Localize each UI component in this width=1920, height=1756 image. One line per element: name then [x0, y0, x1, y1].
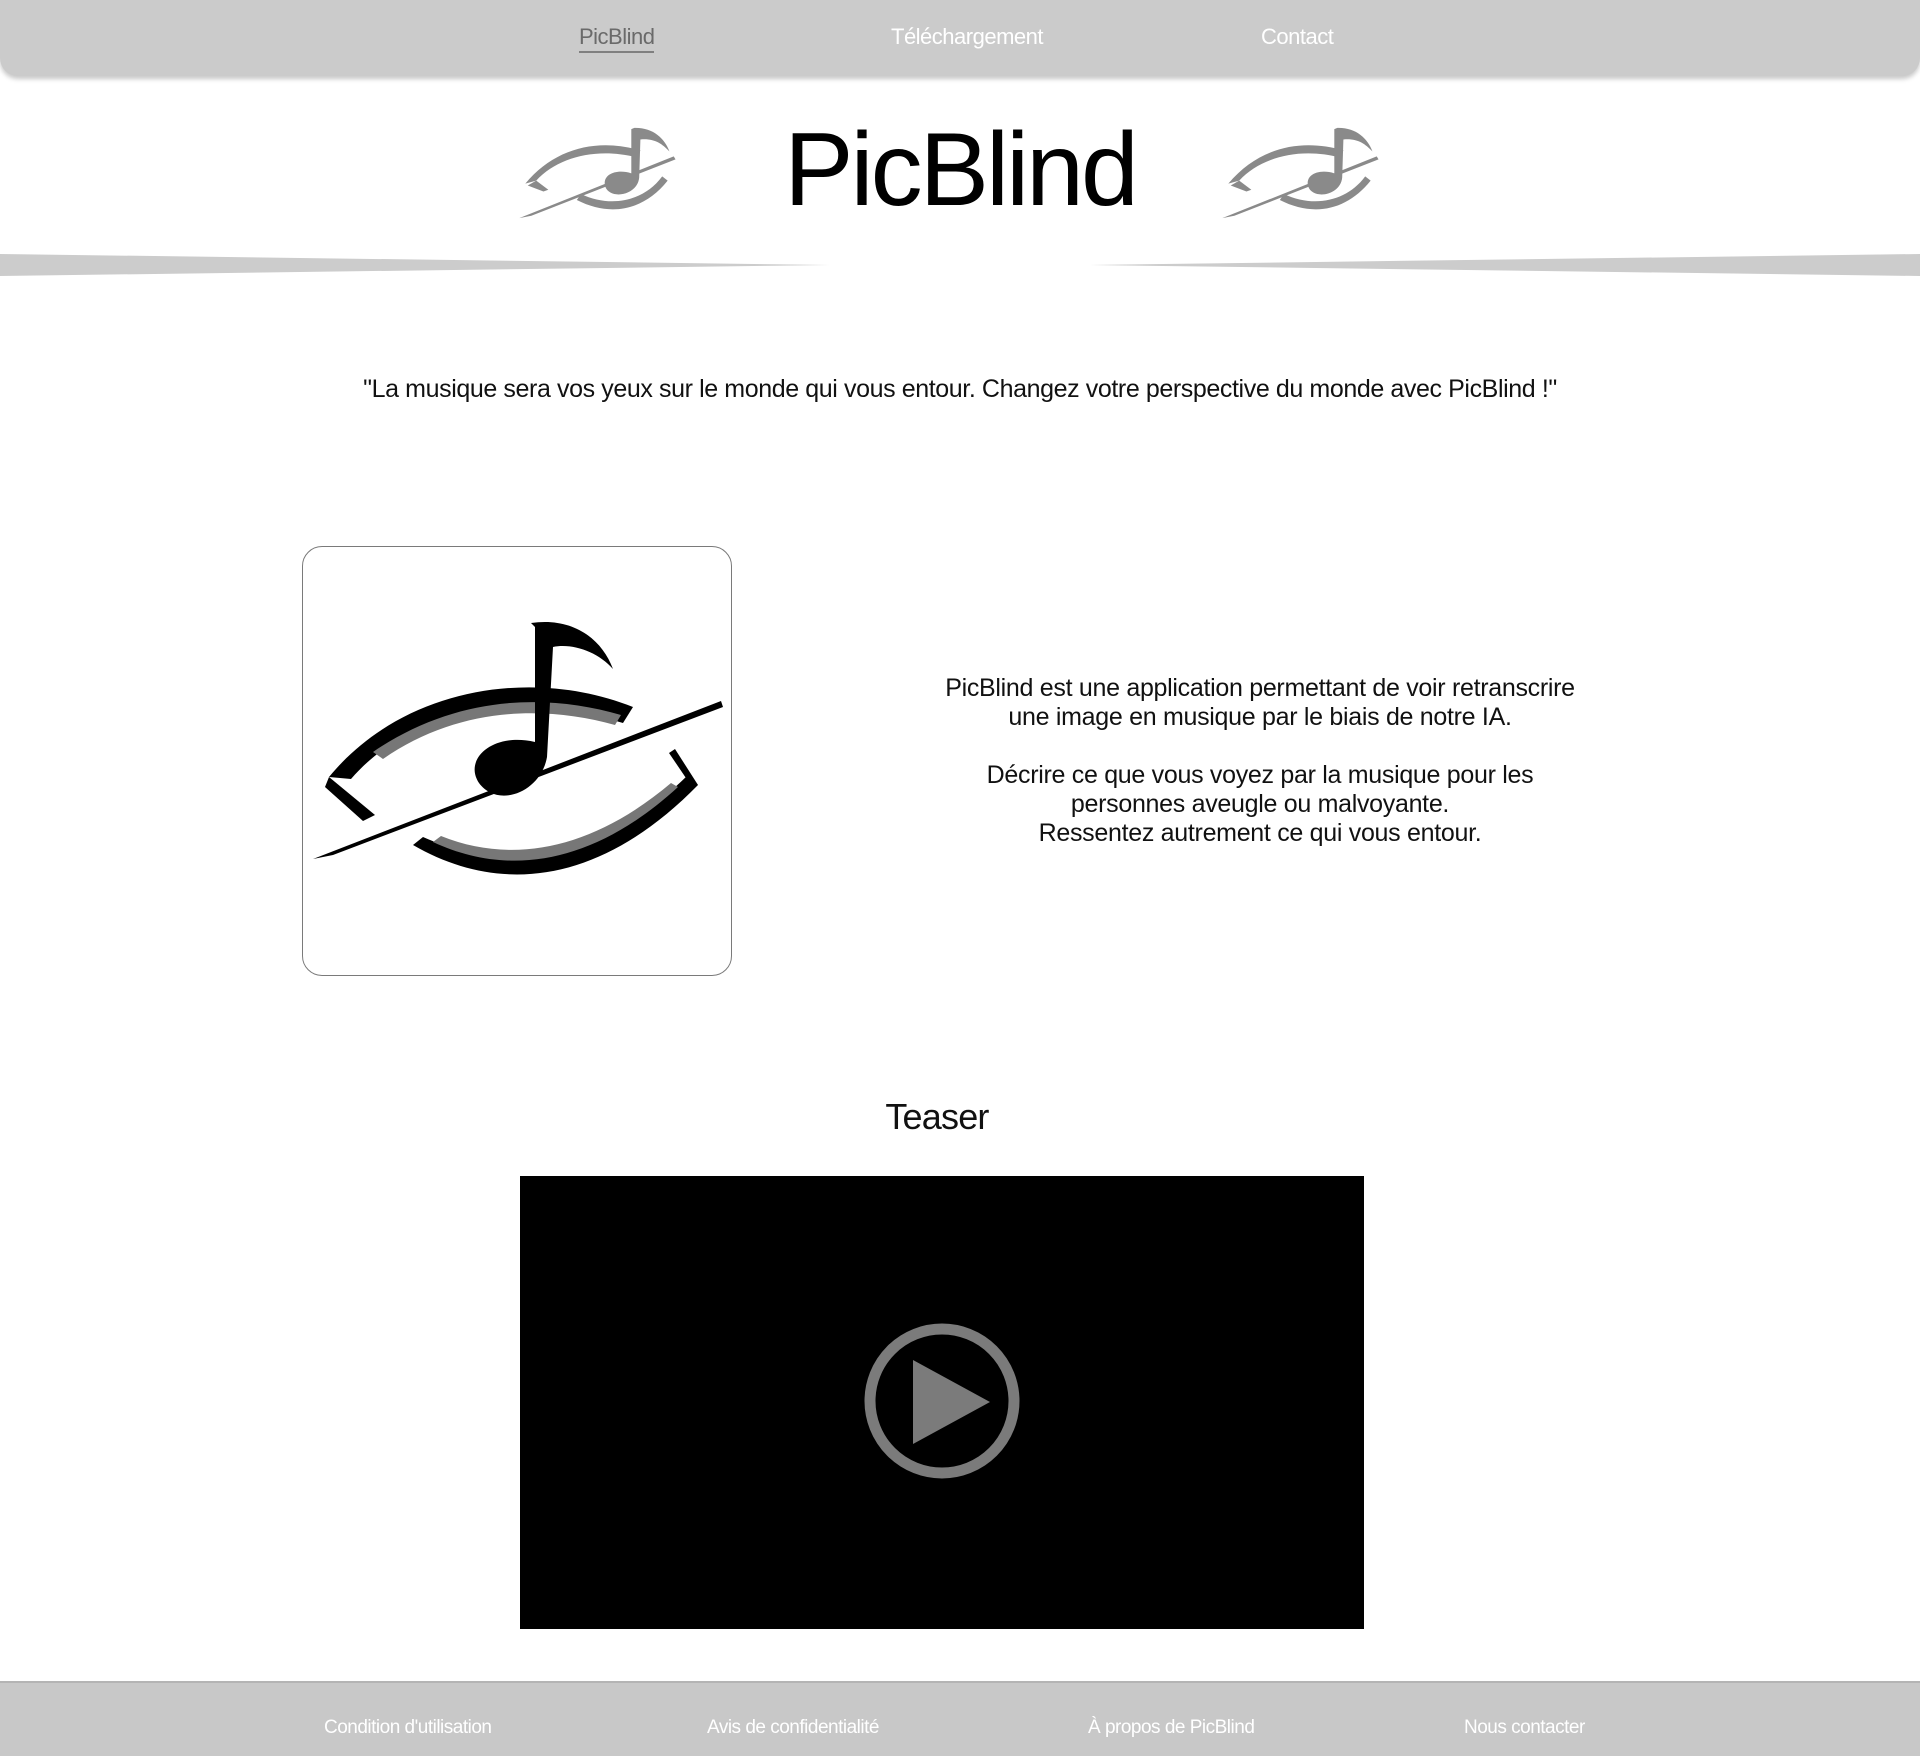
teaser-title: Teaser [885, 1096, 989, 1137]
footer-link-privacy[interactable]: Avis de confidentialité [707, 1717, 879, 1739]
nav-link-picblind[interactable]: PicBlind [579, 24, 655, 53]
app-logo-card [302, 546, 732, 976]
eye-music-note-icon [1222, 127, 1379, 219]
nav-link-contact[interactable]: Contact [1261, 24, 1334, 50]
intro-paragraph-2: Décrire ce que vous voyez par la musique… [900, 761, 1620, 848]
intro-line: une image en musique par le biais de not… [1008, 703, 1512, 731]
site-title: PicBlind [784, 112, 1139, 228]
slogan: "La musique sera vos yeux sur le monde q… [363, 375, 1557, 403]
intro-paragraph-1: PicBlind est une application permettant … [900, 674, 1620, 732]
intro-line: Décrire ce que vous voyez par la musique… [986, 761, 1534, 789]
teaser-video[interactable] [520, 1176, 1364, 1629]
footer-link-contact[interactable]: Nous contacter [1464, 1717, 1585, 1739]
intro-line: PicBlind est une application permettant … [945, 674, 1575, 702]
nav-link-telechargement[interactable]: Téléchargement [891, 24, 1043, 50]
footer-link-about[interactable]: À propos de PicBlind [1088, 1717, 1255, 1739]
top-nav: PicBlind Téléchargement Contact [0, 0, 1920, 76]
intro-line: personnes aveugle ou malvoyante. [1070, 790, 1450, 818]
play-icon[interactable] [863, 1322, 1021, 1480]
intro-line: Ressentez autrement ce qui vous entour. [1038, 819, 1482, 847]
footer: Condition d'utilisation Avis de confiden… [0, 1681, 1920, 1756]
footer-link-terms[interactable]: Condition d'utilisation [324, 1717, 492, 1739]
intro-text: PicBlind est une application permettant … [900, 674, 1620, 877]
eye-music-note-icon [313, 621, 723, 875]
header-divider [0, 254, 1920, 276]
